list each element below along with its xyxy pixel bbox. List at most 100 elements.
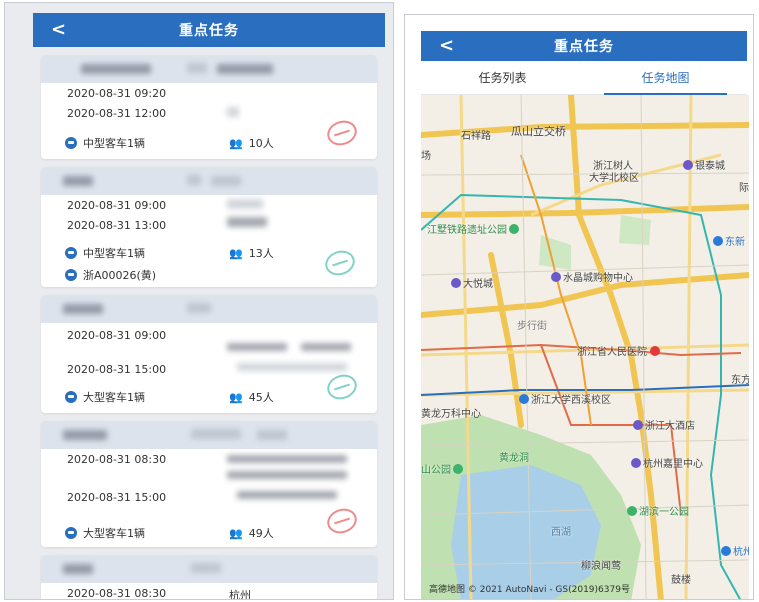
vehicle-info: 大型客车1辆 (65, 525, 145, 541)
poi-dayuecheng: 大悦城 (451, 275, 493, 290)
people-icon: 👥 (229, 136, 243, 150)
people-count: 45人 (248, 391, 274, 404)
people-count: 10人 (248, 137, 274, 150)
task-card[interactable]: 2020-08-31 09:00 2020-08-31 15:00 大型客车1辆… (41, 295, 377, 413)
metro-icon (721, 546, 731, 556)
bus-icon (65, 247, 77, 259)
plate-number: 浙A00026(黄) (83, 269, 157, 282)
people-info: 👥 49人 (229, 525, 274, 541)
poi-huanglongdong: 黄龙洞 (499, 453, 529, 464)
status-stamp-icon (322, 246, 358, 280)
task-map-screen: < 重点任务 任务列表 任务地图 石祥路 瓜山立交桥 场 浙江树人 大学北校区 … (404, 14, 754, 600)
metro-icon (713, 236, 723, 246)
end-time: 2020-08-31 13:00 (67, 219, 167, 232)
card-header (41, 55, 377, 83)
park-icon (453, 464, 463, 474)
card-header (41, 421, 377, 449)
map-label: 西湖 (551, 527, 571, 538)
tab-bar: 任务列表 任务地图 (421, 61, 747, 95)
poi-jiangshu-park: 江墅铁路遗址公园 (427, 221, 521, 236)
start-time: 2020-08-31 09:20 (67, 87, 167, 100)
start-time: 2020-08-31 09:00 (67, 199, 167, 212)
task-list-screen: < 重点任务 2020-08-31 09:20 2020-08-31 12:00… (4, 2, 394, 600)
people-icon: 👥 (229, 390, 243, 404)
map-view[interactable]: 石祥路 瓜山立交桥 场 浙江树人 大学北校区 银泰城 际 江墅铁路遗址公园 东新… (421, 95, 749, 599)
tab-task-map[interactable]: 任务地图 (584, 61, 747, 95)
vehicle-info: 中型客车1辆 (65, 245, 145, 261)
map-label: 石祥路 (461, 131, 491, 142)
people-count: 49人 (248, 527, 274, 540)
status-stamp-icon (324, 370, 360, 404)
task-card[interactable]: 2020-08-31 08:30 杭州 (41, 555, 377, 600)
map-label: 场 (421, 151, 431, 162)
map-label: 大学北校区 (589, 173, 639, 184)
bus-icon (65, 137, 77, 149)
end-time: 2020-08-31 15:00 (67, 491, 167, 504)
poi-huanglong-vanke: 黄龙万科中心 (421, 409, 481, 420)
people-count: 13人 (248, 247, 274, 260)
tab-task-list[interactable]: 任务列表 (421, 61, 584, 94)
vehicle-label: 大型客车1辆 (83, 391, 145, 404)
bus-icon (65, 391, 77, 403)
poi-kerry-centre: 杭州嘉里中心 (631, 455, 703, 470)
page-title: 重点任务 (179, 23, 239, 39)
school-icon (519, 394, 529, 404)
task-card[interactable]: 2020-08-31 09:00 2020-08-31 13:00 中型客车1辆… (41, 167, 377, 287)
map-label: 步行街 (517, 321, 547, 332)
map-label: 际 (739, 183, 749, 194)
card-header (41, 167, 377, 195)
top-nav-bar: < 重点任务 (33, 13, 385, 47)
task-card[interactable]: 2020-08-31 08:30 2020-08-31 15:00 大型客车1辆… (41, 421, 377, 547)
map-label: 柳浪闻莺 (581, 561, 621, 572)
park-icon (627, 506, 637, 516)
task-card[interactable]: 2020-08-31 09:20 2020-08-31 12:00 中型客车1辆… (41, 55, 377, 159)
back-button[interactable]: < (439, 35, 454, 56)
bus-icon (65, 527, 77, 539)
poi-yintai: 银泰城 (683, 157, 725, 172)
hospital-icon (650, 346, 660, 356)
card-header (41, 295, 377, 323)
end-time: 2020-08-31 12:00 (67, 107, 167, 120)
end-time: 2020-08-31 15:00 (67, 363, 167, 376)
shopping-icon (451, 278, 461, 288)
vehicle-info: 大型客车1辆 (65, 389, 145, 405)
status-stamp-icon (324, 504, 360, 538)
people-info: 👥 45人 (229, 389, 274, 405)
poi-shuijing: 水晶城购物中心 (551, 269, 633, 284)
start-time: 2020-08-31 08:30 (67, 453, 167, 466)
top-nav-bar: < 重点任务 (421, 31, 747, 61)
plate-icon (65, 269, 77, 281)
back-button[interactable]: < (51, 19, 66, 40)
people-info: 👥 13人 (229, 245, 274, 261)
vehicle-label: 中型客车1辆 (83, 137, 145, 150)
vehicle-label: 大型客车1辆 (83, 527, 145, 540)
status-stamp-icon (324, 116, 360, 150)
map-label: 鼓楼 (671, 575, 691, 586)
poi-park: 山公园 (421, 461, 465, 476)
vehicle-label: 中型客车1辆 (83, 247, 145, 260)
page-title: 重点任务 (554, 39, 614, 55)
screenshot-root: < 重点任务 2020-08-31 09:20 2020-08-31 12:00… (0, 0, 759, 602)
park-icon (509, 224, 519, 234)
people-icon: 👥 (229, 526, 243, 540)
start-time: 2020-08-31 09:00 (67, 329, 167, 342)
poi-zju-xixi: 浙江大学西溪校区 (519, 391, 611, 406)
poi-hubin-park: 湖滨一公园 (627, 503, 689, 518)
card-header (41, 555, 377, 583)
shopping-icon (631, 458, 641, 468)
destination: 杭州 (229, 589, 251, 600)
people-icon: 👥 (229, 246, 243, 260)
poi-hangzhou-station: 杭州站 (721, 543, 749, 558)
people-info: 👥 10人 (229, 135, 274, 151)
map-label: 东方 (731, 375, 749, 386)
poi-zhejiang-hotel: 浙江大酒店 (633, 417, 695, 432)
map-copyright: 高德地图 © 2021 AutoNavi - GS(2019)6379号 (429, 585, 630, 595)
start-time: 2020-08-31 08:30 (67, 587, 167, 600)
shopping-icon (551, 272, 561, 282)
poi-dongxin: 东新 (713, 233, 745, 248)
vehicle-info: 中型客车1辆 (65, 135, 145, 151)
plate-info: 浙A00026(黄) (65, 267, 156, 283)
hotel-icon (633, 420, 643, 430)
shopping-icon (683, 160, 693, 170)
poi-hospital: 浙江省人民医院 (577, 343, 662, 358)
